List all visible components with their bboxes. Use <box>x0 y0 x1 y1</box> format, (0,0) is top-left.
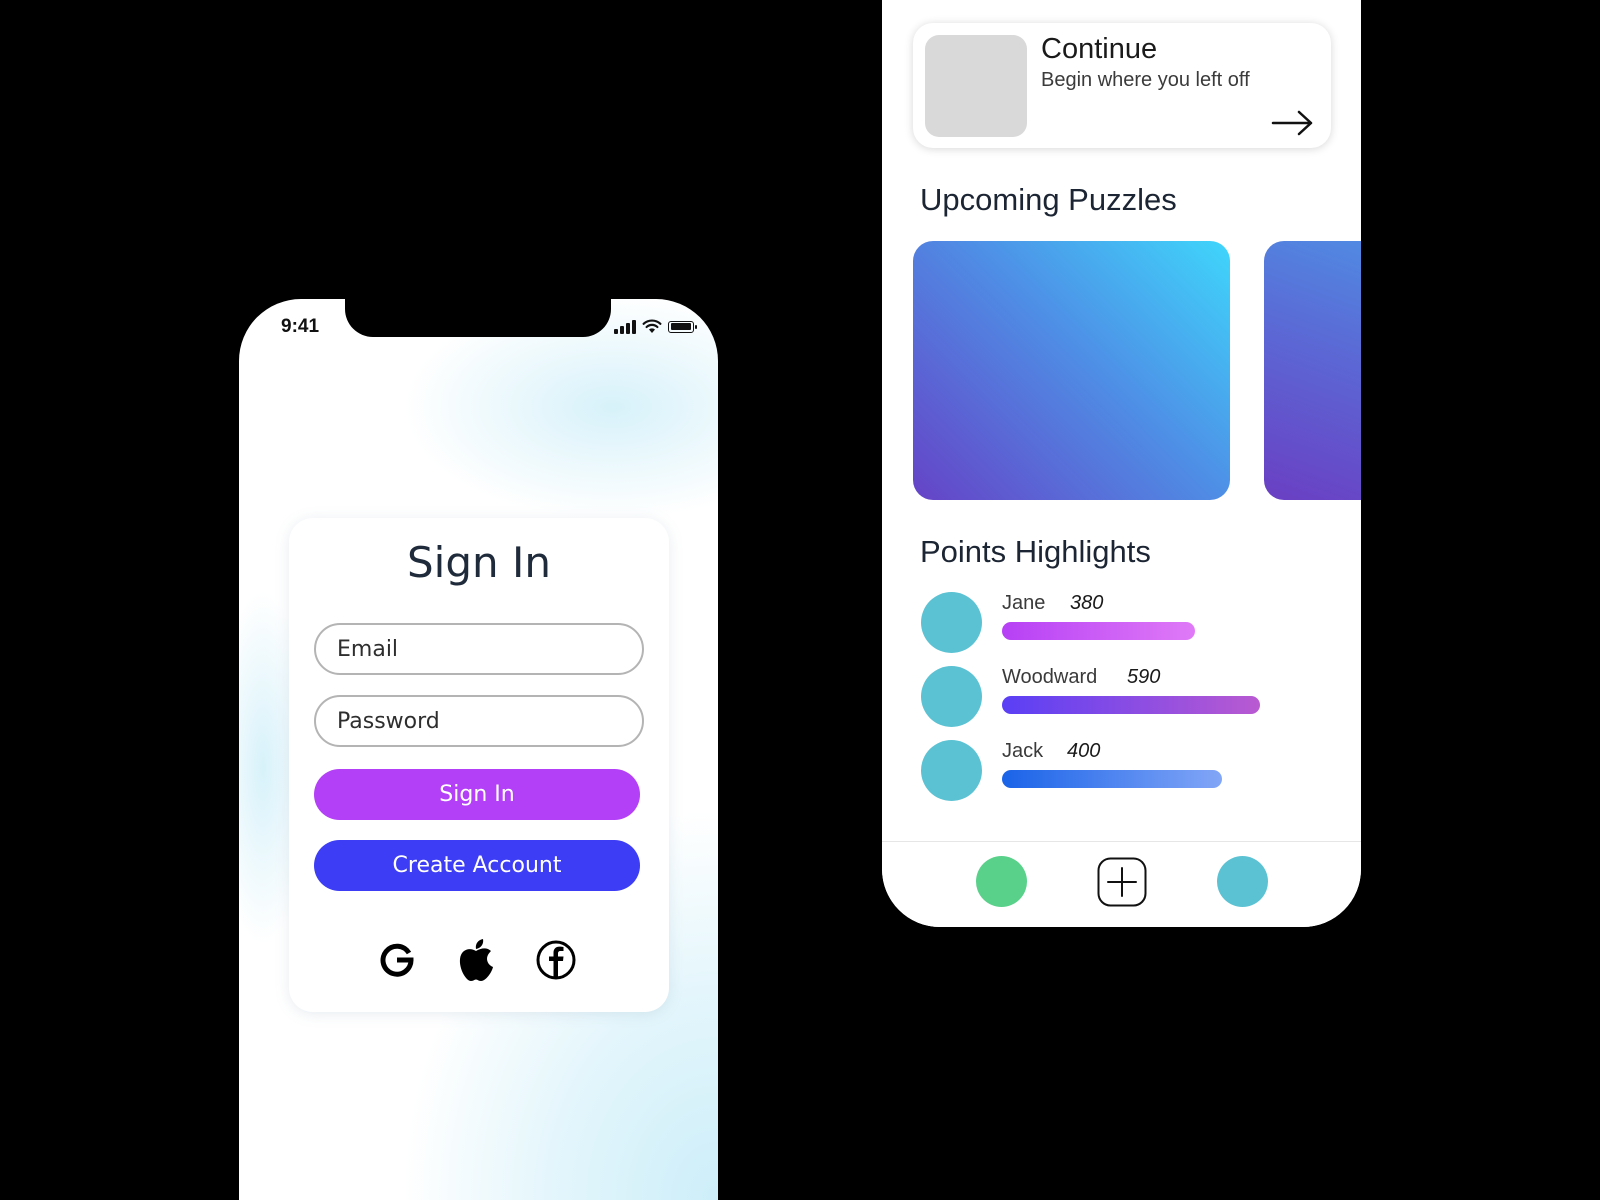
points-bar <box>1002 622 1195 640</box>
google-icon[interactable] <box>375 936 419 984</box>
player-name: Woodward <box>1002 666 1098 688</box>
nav-home-button[interactable] <box>976 856 1027 907</box>
home-screen: Continue Begin where you left off Upcomi… <box>882 0 1361 927</box>
signin-button[interactable]: Sign In <box>314 769 640 820</box>
continue-title: Continue <box>1041 33 1158 65</box>
player-score: 400 <box>1067 740 1101 762</box>
player-name: Jane <box>1002 592 1046 614</box>
wifi-icon <box>642 319 662 333</box>
avatar <box>921 666 982 727</box>
create-account-button[interactable]: Create Account <box>314 840 640 891</box>
password-placeholder: Password <box>337 708 440 734</box>
puzzle-card[interactable] <box>913 241 1230 500</box>
status-time: 9:41 <box>281 316 320 337</box>
signal-icon <box>614 319 636 334</box>
nav-profile-button[interactable] <box>1217 856 1268 907</box>
leaderboard-row[interactable]: Jane 380 <box>921 592 1321 654</box>
signin-card: Sign In Email Password Sign In Create Ac… <box>289 518 669 1012</box>
signin-title: Sign In <box>407 538 551 587</box>
email-field[interactable]: Email <box>314 623 644 675</box>
points-bar <box>1002 696 1260 714</box>
add-icon[interactable] <box>1097 857 1147 907</box>
continue-card[interactable]: Continue Begin where you left off <box>913 23 1331 148</box>
continue-thumbnail <box>925 35 1027 137</box>
avatar <box>921 740 982 801</box>
avatar <box>921 592 982 653</box>
social-login-row <box>289 936 669 984</box>
status-icons <box>614 319 697 334</box>
email-placeholder: Email <box>337 636 399 662</box>
signin-screen: 9:41 Sign In Email Password Sign In Crea… <box>239 299 718 1200</box>
leaderboard-row[interactable]: Woodward 590 <box>921 666 1321 728</box>
player-name: Jack <box>1002 740 1044 762</box>
battery-icon <box>668 320 697 333</box>
upcoming-puzzles-title: Upcoming Puzzles <box>920 182 1177 217</box>
arrow-right-icon[interactable] <box>1271 108 1315 138</box>
player-score: 590 <box>1127 666 1161 688</box>
apple-icon[interactable] <box>454 936 498 984</box>
player-score: 380 <box>1070 592 1104 614</box>
bottom-nav <box>882 841 1361 927</box>
facebook-icon[interactable] <box>534 936 578 984</box>
points-bar <box>1002 770 1222 788</box>
points-highlights-title: Points Highlights <box>920 534 1151 569</box>
leaderboard-row[interactable]: Jack 400 <box>921 740 1321 802</box>
puzzle-card[interactable] <box>1264 241 1361 500</box>
phone-notch <box>345 299 611 337</box>
password-field[interactable]: Password <box>314 695 644 747</box>
continue-subtitle: Begin where you left off <box>1041 69 1250 91</box>
